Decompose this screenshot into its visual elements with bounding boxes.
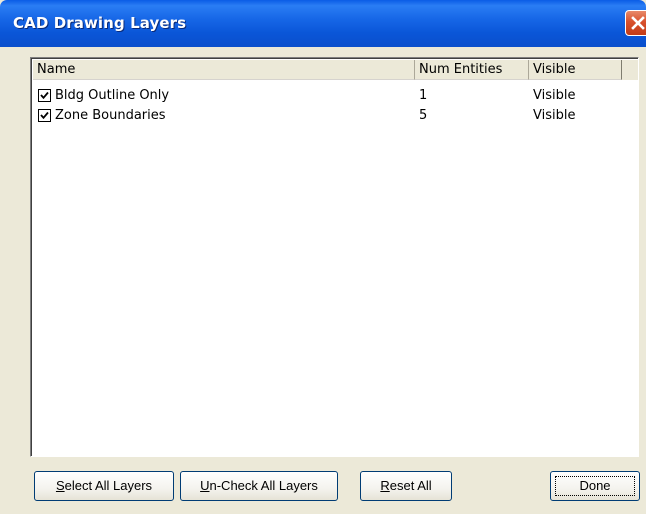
done-button[interactable]: Done — [550, 471, 640, 501]
window-title: CAD Drawing Layers — [13, 14, 187, 32]
mnemonic: R — [380, 478, 390, 493]
layer-entities: 1 — [419, 88, 428, 103]
checkmark-icon — [40, 91, 49, 100]
layer-entities: 5 — [419, 108, 428, 123]
layer-name: Bldg Outline Only — [55, 88, 170, 103]
title-bar[interactable]: CAD Drawing Layers — [0, 0, 646, 47]
list-header: Name Num Entities Visible — [33, 60, 638, 80]
reset-all-button[interactable]: Reset All — [360, 471, 452, 501]
layer-checkbox[interactable] — [38, 89, 51, 102]
button-label: n-Check All Layers — [209, 478, 318, 493]
column-header-visible[interactable]: Visible — [529, 60, 622, 80]
list-item[interactable]: Bldg Outline Only 1 Visible — [33, 86, 638, 106]
uncheck-all-layers-button[interactable]: Un-Check All Layers — [180, 471, 338, 501]
column-header-num-entities[interactable]: Num Entities — [415, 60, 529, 80]
layer-checkbox[interactable] — [38, 109, 51, 122]
mnemonic: S — [55, 478, 65, 493]
cad-drawing-layers-dialog: CAD Drawing Layers Name Num Entities Vis… — [0, 0, 646, 514]
checkmark-icon — [40, 111, 49, 120]
close-button[interactable] — [625, 10, 646, 36]
list-item[interactable]: Zone Boundaries 5 Visible — [33, 106, 638, 126]
button-label: Done — [579, 478, 611, 493]
layers-list[interactable]: Name Num Entities Visible Bldg Outline O… — [30, 57, 639, 457]
layer-name: Zone Boundaries — [55, 108, 166, 123]
button-label: elect All Layers — [64, 478, 153, 493]
button-label: eset All — [389, 478, 432, 493]
select-all-layers-button[interactable]: Select All Layers — [34, 471, 174, 501]
column-header-name[interactable]: Name — [33, 60, 415, 80]
mnemonic: U — [200, 478, 210, 493]
layer-visible: Visible — [533, 88, 576, 103]
close-icon — [631, 16, 645, 30]
layer-visible: Visible — [533, 108, 576, 123]
